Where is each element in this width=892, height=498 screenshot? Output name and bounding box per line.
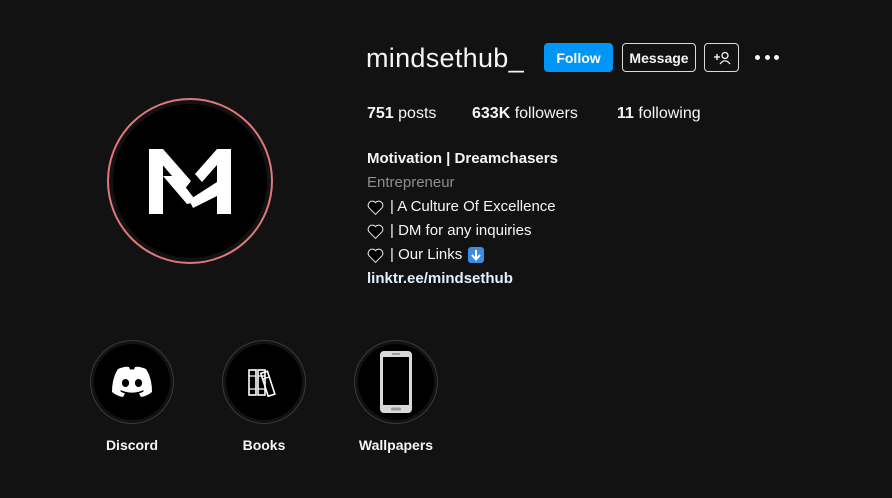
posts-count: 751 posts [367,104,436,124]
bio-external-link[interactable]: linktr.ee/mindsethub [367,269,513,289]
heart-icon [367,200,384,215]
bio-line: | A Culture Of Excellence [367,197,556,217]
more-options-icon[interactable] [755,44,779,70]
highlight-label: Wallpapers [358,437,434,453]
discord-icon [112,366,152,397]
bio-line: | Our Links [367,245,485,265]
bio-line-text: | Our Links [390,246,463,263]
highlight-cover [358,344,434,420]
posts-count-value: 751 [367,105,394,122]
books-icon [248,369,276,397]
bio-line-text: | A Culture Of Excellence [390,198,556,215]
following-count-label: following [638,105,701,122]
highlight-books[interactable]: Books [221,340,307,453]
dot [755,54,760,60]
dot [774,54,779,60]
heart-icon [367,248,384,263]
down-arrow-icon [468,247,485,263]
following-count-value: 11 [617,105,634,122]
follow-button[interactable]: Follow [544,43,613,72]
bio-full-name: Motivation | Dreamchasers [367,150,558,167]
followers-link[interactable]: 633K followers [472,104,578,124]
highlight-ring[interactable] [222,340,306,424]
profile-username: mindsethub_ [366,43,524,73]
highlight-label: Books [242,437,286,453]
heart-icon [367,224,384,239]
bio-line-text: | DM for any inquiries [390,222,532,239]
followers-count-value: 633K [472,105,511,122]
highlight-label: Discord [105,437,159,453]
profile-avatar-ring[interactable] [107,98,273,264]
bio-category: Entrepreneur [367,174,455,191]
phone-icon [380,351,412,413]
bio-line: | DM for any inquiries [367,221,531,241]
following-link[interactable]: 11 following [617,104,701,124]
message-button[interactable]: Message [622,43,696,72]
highlight-cover [94,344,170,420]
dot [764,54,770,60]
suggested-accounts-button[interactable] [704,43,739,72]
highlight-ring[interactable] [354,340,438,424]
mindsethub-logo-icon [149,149,231,214]
followers-count-label: followers [514,105,578,122]
add-person-icon [713,51,731,64]
highlight-ring[interactable] [90,340,174,424]
highlight-cover [226,344,302,420]
highlight-discord[interactable]: Discord [89,340,175,453]
avatar[interactable] [113,104,267,258]
highlight-wallpapers[interactable]: Wallpapers [353,340,439,453]
posts-count-label: posts [398,105,437,122]
